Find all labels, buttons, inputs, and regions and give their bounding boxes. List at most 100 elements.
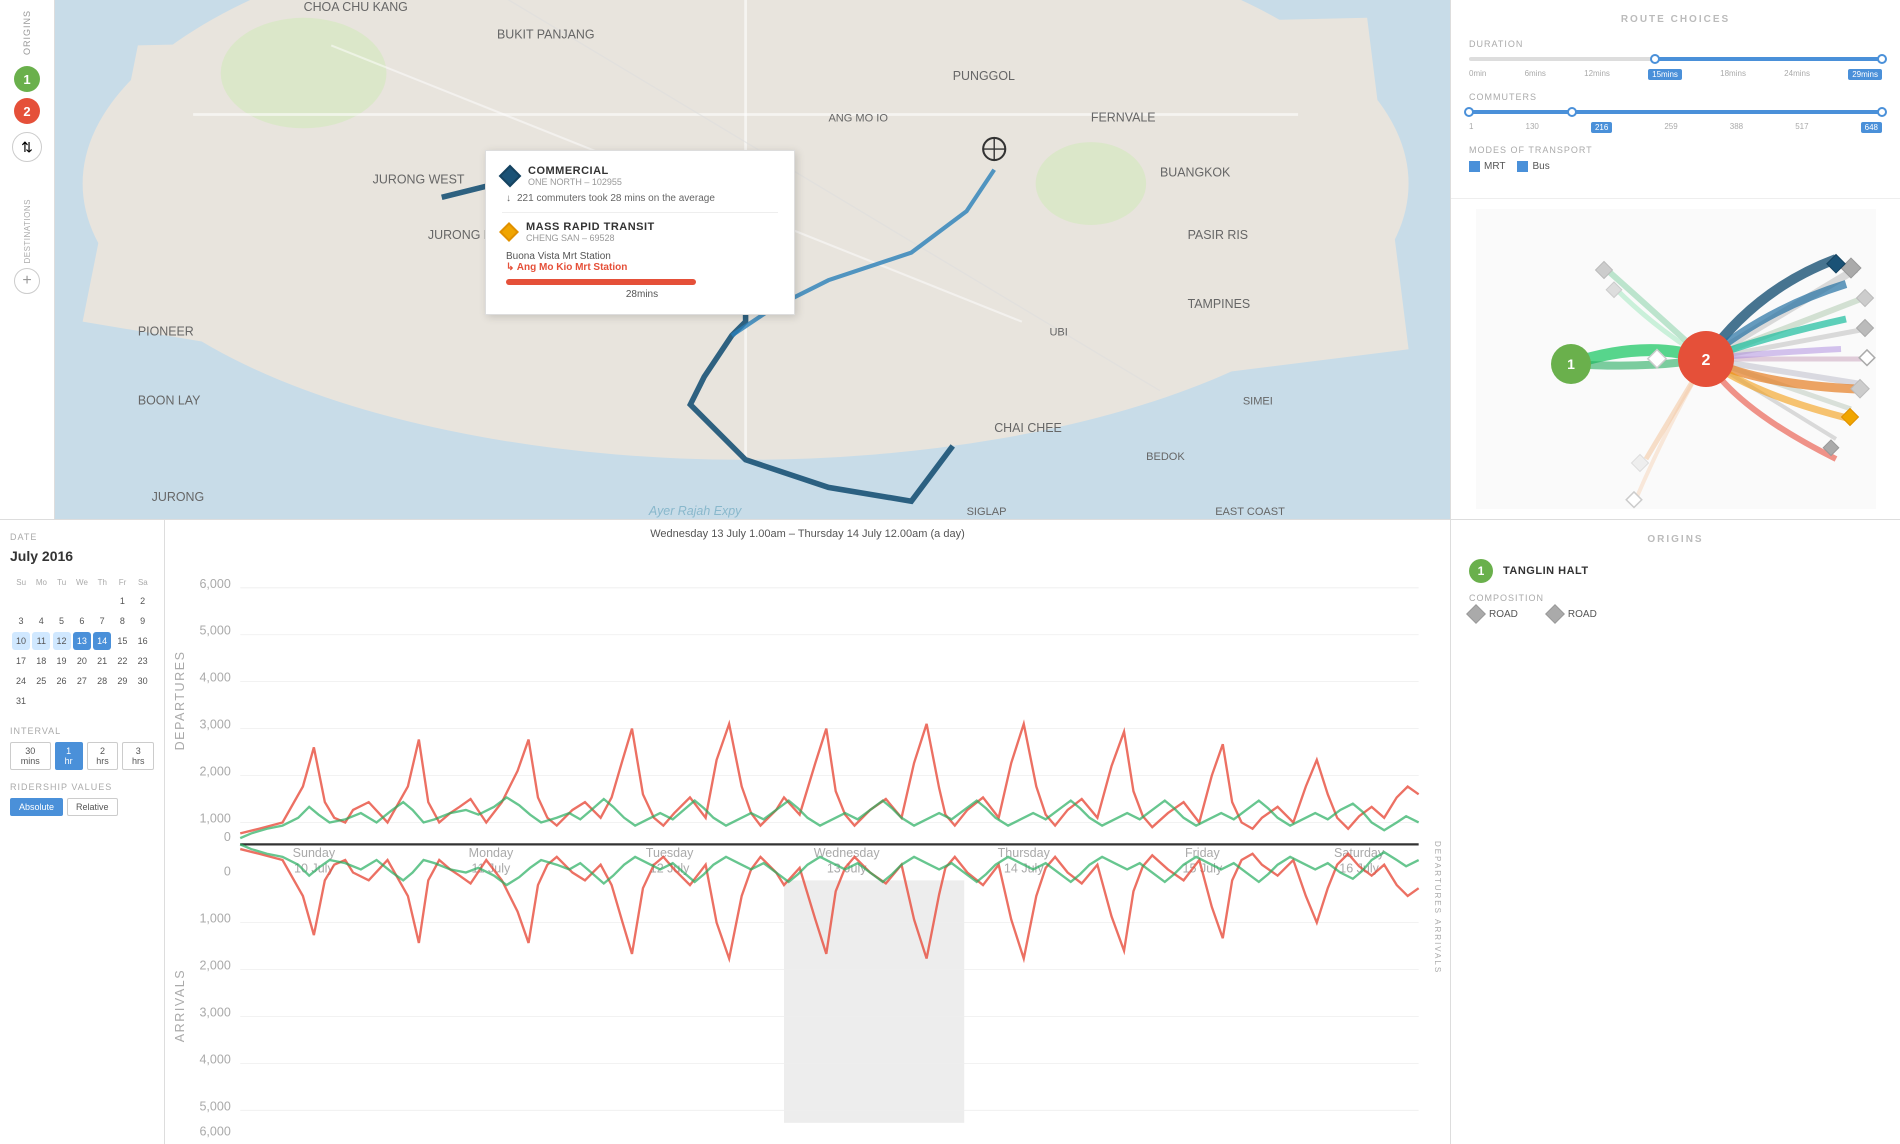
svg-text:PUNGGOL: PUNGGOL bbox=[953, 69, 1015, 83]
commuters-slider[interactable] bbox=[1469, 110, 1882, 114]
interval-btn-2-hrs[interactable]: 2 hrs bbox=[87, 742, 119, 770]
cal-day-16[interactable]: 16 bbox=[134, 632, 152, 650]
cal-day-14[interactable]: 14 bbox=[93, 632, 111, 650]
cal-day-8[interactable]: 8 bbox=[113, 612, 131, 630]
ridership-btn-relative[interactable]: Relative bbox=[67, 798, 118, 816]
svg-text:ARRIVALS: ARRIVALS bbox=[173, 969, 187, 1042]
route-bar bbox=[506, 279, 696, 285]
cal-empty bbox=[73, 692, 91, 710]
duration-slider[interactable] bbox=[1469, 57, 1882, 61]
svg-text:1,000: 1,000 bbox=[199, 912, 230, 926]
cal-day-20[interactable]: 20 bbox=[73, 652, 91, 670]
ridership-label: RIDERSHIP VALUES bbox=[10, 782, 154, 792]
arrivals-label: ARRIVALS bbox=[1433, 919, 1442, 974]
cal-day-18[interactable]: 18 bbox=[32, 652, 50, 670]
dur-24: 24mins bbox=[1784, 69, 1810, 80]
cal-day-13[interactable]: 13 bbox=[73, 632, 91, 650]
origin-1-dot[interactable]: 1 bbox=[14, 66, 40, 92]
cal-day-30[interactable]: 30 bbox=[134, 672, 152, 690]
origin-1-name: TANGLIN HALT bbox=[1503, 565, 1589, 577]
cal-day-24[interactable]: 24 bbox=[12, 672, 30, 690]
dur-12: 12mins bbox=[1584, 69, 1610, 80]
cal-day-2[interactable]: 2 bbox=[134, 592, 152, 610]
cal-day-26[interactable]: 26 bbox=[53, 672, 71, 690]
cal-day-1[interactable]: 1 bbox=[113, 592, 131, 610]
svg-text:BUKIT PANJANG: BUKIT PANJANG bbox=[497, 28, 595, 42]
origin-2-dot[interactable]: 2 bbox=[14, 98, 40, 124]
cal-day-17[interactable]: 17 bbox=[12, 652, 30, 670]
left-sidebar: ORIGINS 1 2 ⇅ DESTINATIONS + bbox=[0, 0, 55, 519]
interval-btn-30-mins[interactable]: 30 mins bbox=[10, 742, 51, 770]
cal-empty bbox=[32, 592, 50, 610]
cal-day-31[interactable]: 31 bbox=[12, 692, 30, 710]
cal-day-28[interactable]: 28 bbox=[93, 672, 111, 690]
bottom-left-panel: DATE July 2016 SuMoTuWeThFrSa 1234567891… bbox=[0, 520, 165, 1144]
interval-section: INTERVAL 30 mins1 hr2 hrs3 hrs bbox=[10, 726, 154, 770]
cal-day-6[interactable]: 6 bbox=[73, 612, 91, 630]
cal-day-3[interactable]: 3 bbox=[12, 612, 30, 630]
svg-text:1: 1 bbox=[1567, 356, 1575, 372]
duration-label: DURATION bbox=[1469, 39, 1882, 49]
com-259: 259 bbox=[1664, 122, 1677, 133]
cal-day-21[interactable]: 21 bbox=[93, 652, 111, 670]
dur-6: 6mins bbox=[1525, 69, 1546, 80]
com-1: 1 bbox=[1469, 122, 1473, 133]
svg-text:5,000: 5,000 bbox=[199, 1099, 230, 1113]
bus-checkbox[interactable] bbox=[1517, 161, 1528, 172]
cal-empty bbox=[32, 692, 50, 710]
svg-text:4,000: 4,000 bbox=[199, 671, 230, 685]
map-container[interactable]: CHOA CHU KANG Murai Airfield BUKIT PANJA… bbox=[55, 0, 1450, 519]
route-to: ↳ Ang Mo Kio Mrt Station bbox=[506, 262, 778, 273]
departures-label: DEPARTURES bbox=[1433, 841, 1442, 915]
svg-text:SIGLAP: SIGLAP bbox=[967, 506, 1007, 518]
svg-text:ANG MO IO: ANG MO IO bbox=[828, 112, 888, 124]
cal-day-12[interactable]: 12 bbox=[53, 632, 71, 650]
svg-text:FERNVALE: FERNVALE bbox=[1091, 110, 1156, 124]
mrt-checkbox[interactable] bbox=[1469, 161, 1480, 172]
cal-header-su: Su bbox=[12, 574, 30, 590]
duration-filter: DURATION 0min 6mins 12mins 15mins 18mins… bbox=[1469, 39, 1882, 80]
svg-text:3,000: 3,000 bbox=[199, 718, 230, 732]
route-choices-title: ROUTE CHOICES bbox=[1469, 14, 1882, 25]
cal-day-10[interactable]: 10 bbox=[12, 632, 30, 650]
com-130: 130 bbox=[1526, 122, 1539, 133]
modes-label: MODES OF TRANSPORT bbox=[1469, 145, 1882, 155]
cal-day-29[interactable]: 29 bbox=[113, 672, 131, 690]
svg-text:JURONG WEST: JURONG WEST bbox=[373, 173, 465, 187]
chart-area[interactable]: 6,000 5,000 4,000 3,000 2,000 1,000 0 DE… bbox=[165, 544, 1450, 1138]
route-viz-svg: 1 2 bbox=[1476, 209, 1876, 509]
com-216: 216 bbox=[1591, 122, 1612, 133]
commuters-labels: 1 130 216 259 388 517 648 bbox=[1469, 122, 1882, 133]
cal-empty bbox=[134, 692, 152, 710]
cal-day-4[interactable]: 4 bbox=[32, 612, 50, 630]
svg-text:BEDOK: BEDOK bbox=[1146, 451, 1185, 463]
dep-arr-label: DEPARTURES ARRIVALS bbox=[1433, 841, 1442, 974]
bus-checkbox-item[interactable]: Bus bbox=[1517, 161, 1549, 172]
svg-text:5,000: 5,000 bbox=[199, 624, 230, 638]
cal-day-15[interactable]: 15 bbox=[113, 632, 131, 650]
mrt-checkbox-item[interactable]: MRT bbox=[1469, 161, 1505, 172]
interval-btn-3-hrs[interactable]: 3 hrs bbox=[122, 742, 154, 770]
cal-day-5[interactable]: 5 bbox=[53, 612, 71, 630]
cal-day-7[interactable]: 7 bbox=[93, 612, 111, 630]
cal-empty bbox=[12, 592, 30, 610]
interval-btn-1-hr[interactable]: 1 hr bbox=[55, 742, 83, 770]
add-destination-button[interactable]: + bbox=[14, 268, 40, 294]
cal-day-22[interactable]: 22 bbox=[113, 652, 131, 670]
cal-day-19[interactable]: 19 bbox=[53, 652, 71, 670]
bottom-area: DATE July 2016 SuMoTuWeThFrSa 1234567891… bbox=[0, 519, 1900, 1144]
comp-item-1: ROAD bbox=[1469, 607, 1518, 621]
svg-text:PASIR RIS: PASIR RIS bbox=[1188, 228, 1249, 242]
bus-label: Bus bbox=[1532, 161, 1549, 172]
ridership-btn-absolute[interactable]: Absolute bbox=[10, 798, 63, 816]
svg-text:Tuesday: Tuesday bbox=[646, 846, 694, 860]
cal-day-11[interactable]: 11 bbox=[32, 632, 50, 650]
dest-diamond-icon bbox=[499, 165, 522, 188]
swap-button[interactable]: ⇅ bbox=[12, 132, 42, 162]
cal-day-25[interactable]: 25 bbox=[32, 672, 50, 690]
cal-day-9[interactable]: 9 bbox=[134, 612, 152, 630]
cal-day-27[interactable]: 27 bbox=[73, 672, 91, 690]
com-517: 517 bbox=[1795, 122, 1808, 133]
cal-header-fr: Fr bbox=[113, 574, 131, 590]
cal-day-23[interactable]: 23 bbox=[134, 652, 152, 670]
